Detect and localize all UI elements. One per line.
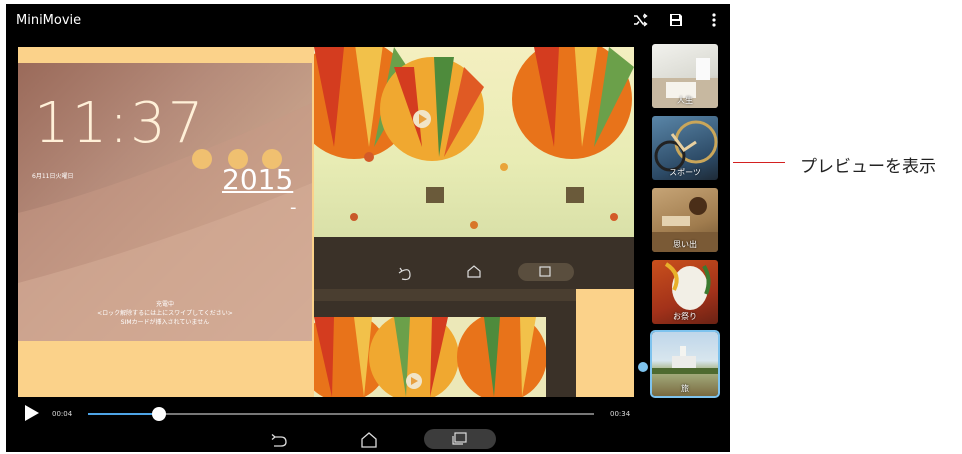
inner-strip-2 xyxy=(314,301,576,317)
app-bar: MiniMovie xyxy=(6,4,730,38)
theme-item-memories[interactable]: 思い出 xyxy=(652,188,718,252)
system-nav-bar xyxy=(6,426,730,452)
seek-progress xyxy=(88,413,159,415)
theme-item-festival[interactable]: お祭り xyxy=(652,260,718,324)
inner-nav-bar xyxy=(314,237,634,289)
selection-indicator xyxy=(638,362,648,372)
recents-button[interactable] xyxy=(424,429,496,449)
lockscreen-frame: 11:37 6月11日火曜日 2015 - 充電中 <ロック解除するには上にスワ… xyxy=(18,63,312,341)
current-time: 00:04 xyxy=(52,410,73,418)
lock-clock: 11:37 xyxy=(34,91,206,156)
app-title: MiniMovie xyxy=(16,13,82,28)
duration-time: 00:34 xyxy=(610,410,631,418)
theme-label: スポーツ xyxy=(669,168,701,177)
back-icon[interactable] xyxy=(270,432,288,448)
theme-label: 旅 xyxy=(681,384,689,393)
balloon-screenshot-top xyxy=(314,47,634,237)
shuffle-icon[interactable] xyxy=(632,12,648,28)
theme-item-life[interactable]: 人生 xyxy=(652,44,718,108)
charging-text: 充電中 xyxy=(155,301,174,308)
theme-label: 人生 xyxy=(677,96,693,105)
recents-icon xyxy=(452,432,467,445)
inner-side-panel xyxy=(576,289,634,397)
theme-label: 思い出 xyxy=(673,240,697,249)
theme-item-travel[interactable]: 旅 xyxy=(650,330,720,398)
inner-strip xyxy=(314,289,576,301)
tablet-screen: MiniMovie 11:37 6月11日火曜日 2015 - 充電中 <ロック… xyxy=(6,4,730,452)
play-icon[interactable] xyxy=(24,404,40,422)
lock-year: 2015 xyxy=(222,163,294,196)
camera-icon xyxy=(192,149,212,169)
seek-bar[interactable] xyxy=(88,407,594,421)
video-preview[interactable]: 11:37 6月11日火曜日 2015 - 充電中 <ロック解除するには上にスワ… xyxy=(18,47,634,397)
save-icon[interactable] xyxy=(668,12,684,28)
more-vert-icon[interactable] xyxy=(706,12,722,28)
seek-thumb[interactable] xyxy=(151,407,166,421)
theme-label: お祭り xyxy=(673,312,697,321)
theme-item-sports[interactable]: スポーツ xyxy=(652,116,718,180)
callout-line xyxy=(733,162,785,163)
callout-label: プレビューを表示 xyxy=(800,157,936,177)
balloon-screenshot-bottom xyxy=(314,317,576,397)
unlock-hint: <ロック解除するには上にスワイプしてください> xyxy=(97,310,233,317)
lock-date: 6月11日火曜日 xyxy=(32,173,74,180)
home-icon[interactable] xyxy=(360,431,378,449)
playback-controls: 00:04 00:34 xyxy=(6,400,730,424)
lock-dash: - xyxy=(290,197,297,218)
sim-notice: SIMカードが挿入されていません xyxy=(120,319,210,326)
